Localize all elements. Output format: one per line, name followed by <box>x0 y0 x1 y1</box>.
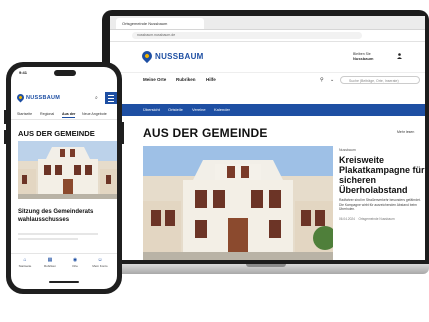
pin-icon: ◉ <box>72 257 78 263</box>
article-headline[interactable]: Kreisweite Plakatkampagne für sicheren Ü… <box>339 155 425 195</box>
menu-button[interactable] <box>105 92 117 104</box>
article-author: Ortsgemeinde Nussbaum <box>358 216 395 221</box>
home-indicator <box>49 281 79 283</box>
bottom-tab-rubriken[interactable]: ▦ Rubriken <box>40 257 60 268</box>
browser-tab[interactable]: Ortsgemeinde Nussbaum <box>116 18 204 29</box>
tab-aus-der-gemeinde[interactable]: Aus der <box>62 112 76 118</box>
bottom-tab-startseite[interactable]: ⌂ Startseite <box>15 257 35 268</box>
article-headline[interactable]: Sitzung des Gemeinderats wahlausschusses <box>18 209 108 224</box>
bottom-tab-orte[interactable]: ◉ Orte <box>65 257 85 268</box>
laptop-mockup: Ortsgemeinde Nussbaum nussbaum.nussbaum.… <box>96 2 429 280</box>
grid-icon: ▦ <box>47 257 53 263</box>
article-kicker: Nussbaum <box>339 148 356 152</box>
article-hero-image[interactable] <box>143 146 333 260</box>
tab-neue-angebote[interactable]: Neue Angebote <box>82 112 107 116</box>
strip-item-uebersicht[interactable]: Übersicht <box>143 107 160 112</box>
status-time: 9:41 <box>19 70 28 75</box>
section-title: AUS DER GEMEINDE <box>143 126 268 140</box>
weather-widget[interactable]: Bleiben Sie Nussbaum <box>353 52 373 61</box>
site-header: NUSSBAUM Bleiben Sie Nussbaum <box>110 42 425 70</box>
strip-item-vereine[interactable]: Vereine <box>192 107 206 112</box>
category-strip: Übersicht Ortsteile Vereine Kalender <box>110 104 425 116</box>
nav-item-meine-orte[interactable]: Meine Orte <box>143 77 166 82</box>
dynamic-island <box>54 70 76 76</box>
chevron-down-icon[interactable]: ⌄ <box>330 77 334 83</box>
phone-power-button <box>122 122 124 144</box>
site-logo[interactable]: NUSSBAUM <box>15 92 61 103</box>
bottom-tab-label: Rubriken <box>43 264 56 268</box>
article-teaser-text: Radfahrer sind im Straßenverkehr besonde… <box>339 198 421 211</box>
nav-item-rubriken[interactable]: Rubriken <box>176 77 196 82</box>
location-filter-icon[interactable]: ⚲ <box>320 77 324 83</box>
text-placeholder-line <box>18 233 98 235</box>
phone-screen: 9:41 NUSSBAUM ⌕ Startseite Regional Aus … <box>11 67 117 289</box>
phone-mockup: 9:41 NUSSBAUM ⌕ Startseite Regional Aus … <box>4 62 124 294</box>
bottom-tab-label: Orte <box>72 264 78 268</box>
location-pin-icon <box>139 48 155 64</box>
bottom-tab-label: Startseite <box>18 264 32 268</box>
location-pin-icon <box>15 92 26 103</box>
strip-item-kalender[interactable]: Kalender <box>214 107 230 112</box>
bottom-tab-bar: ⌂ Startseite ▦ Rubriken ◉ Orte ☺ Mein Ko… <box>11 253 117 276</box>
bottom-tab-label: Mein Konto <box>92 264 108 268</box>
search-input[interactable]: Suche (Beiträge, Orte, Inserate) <box>340 76 420 84</box>
text-placeholder-line <box>18 238 78 240</box>
laptop-screen: Ortsgemeinde Nussbaum nussbaum.nussbaum.… <box>110 16 425 260</box>
address-bar: nussbaum.nussbaum.de <box>110 30 425 42</box>
article-teaser[interactable]: Nussbaum Kreisweite Plakatkampagne für s… <box>339 148 425 221</box>
user-icon: ☺ <box>97 257 103 263</box>
article-date: 06.04.2024 <box>339 216 355 221</box>
weather-place: Nussbaum <box>353 55 374 61</box>
nav-item-hilfe[interactable]: Hilfe <box>206 77 216 82</box>
article-meta: 06.04.2024 Ortsgemeinde Nussbaum <box>339 217 425 221</box>
phone-tab-bar: Startseite Regional Aus der Neue Angebot… <box>11 109 117 120</box>
laptop-notch <box>246 264 286 267</box>
url-field[interactable]: nussbaum.nussbaum.de <box>132 32 362 39</box>
article-hero-image[interactable] <box>18 141 117 199</box>
section-title: AUS DER GEMEINDE <box>18 129 95 138</box>
phone-volume-button <box>4 130 6 144</box>
search-icon[interactable]: ⌕ <box>95 95 98 101</box>
main-nav: Meine Orte Rubriken Hilfe ⚲ ⌄ Suche (Bei… <box>110 72 425 87</box>
logo-text: NUSSBAUM <box>155 51 204 61</box>
tab-startseite[interactable]: Startseite <box>17 112 32 116</box>
site-logo[interactable]: NUSSBAUM <box>139 48 204 64</box>
user-icon[interactable] <box>397 53 402 59</box>
read-more-link[interactable]: Mehr lesen <box>397 130 414 134</box>
strip-item-ortsteile[interactable]: Ortsteile <box>168 107 183 112</box>
bottom-tab-mein-konto[interactable]: ☺ Mein Konto <box>90 257 110 268</box>
browser-tab-bar: Ortsgemeinde Nussbaum <box>110 16 425 30</box>
tab-regional[interactable]: Regional <box>40 112 54 116</box>
home-icon: ⌂ <box>23 257 27 263</box>
logo-text: NUSSBAUM <box>26 94 61 101</box>
phone-volume-button <box>4 110 6 124</box>
